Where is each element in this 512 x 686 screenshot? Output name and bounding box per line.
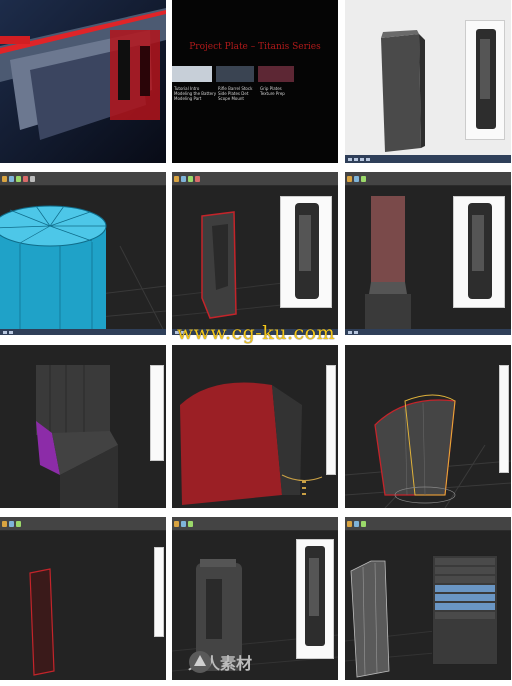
shelf-icon[interactable] <box>2 520 7 527</box>
outliner-row-selected[interactable] <box>435 594 495 601</box>
thumbnail-grip-silhouette <box>0 517 166 680</box>
shelf-icon[interactable] <box>174 520 179 527</box>
outliner-row-selected[interactable] <box>435 585 495 592</box>
shelf-icon[interactable] <box>181 175 186 182</box>
thumbnail-grip-selection <box>172 172 338 335</box>
shelf-icon[interactable] <box>354 520 359 527</box>
shelf-icon[interactable] <box>195 175 200 182</box>
slide-item: Texture Prep <box>260 91 285 96</box>
viewport[interactable] <box>345 345 511 508</box>
shelf-icon[interactable] <box>361 175 366 182</box>
viewport[interactable] <box>345 186 511 335</box>
shelf-toolbar[interactable] <box>345 172 511 186</box>
outliner-row[interactable] <box>435 612 495 619</box>
thumbnail-cylinder-mesh <box>0 172 166 335</box>
slide-title: Project Plate – Titanis Series <box>189 42 321 52</box>
shelf-icon[interactable] <box>16 175 21 182</box>
shelf-icon[interactable] <box>347 175 352 182</box>
reference-image-panel <box>326 365 336 475</box>
slide-item: Scope Mount <box>218 96 244 101</box>
shelf-icon[interactable] <box>174 175 179 182</box>
outliner-row[interactable] <box>435 567 495 574</box>
viewport[interactable] <box>0 531 166 680</box>
outliner-row[interactable] <box>435 558 495 565</box>
shelf-icon[interactable] <box>9 520 14 527</box>
shelf-icon[interactable] <box>30 175 35 182</box>
shelf-icon[interactable] <box>188 520 193 527</box>
shelf-toolbar[interactable] <box>0 172 166 186</box>
viewport[interactable] <box>0 186 166 335</box>
slide-thumb-1 <box>172 66 212 82</box>
taskbar-icon[interactable] <box>360 157 364 161</box>
outliner-row-selected[interactable] <box>435 603 495 610</box>
shelf-icon[interactable] <box>16 520 21 527</box>
reference-image-panel <box>465 20 505 140</box>
viewport[interactable] <box>172 345 338 508</box>
thumbnail-grip-extrude <box>345 172 511 335</box>
thumbnail-grip-wireframe <box>345 345 511 508</box>
shelf-icon[interactable] <box>23 175 28 182</box>
slide-item: Modeling Part <box>174 96 202 101</box>
thumbnail-maya-column-model <box>345 0 511 163</box>
shelf-toolbar[interactable] <box>0 517 166 531</box>
slide-thumb-3 <box>258 66 294 82</box>
shelf-icon[interactable] <box>181 520 186 527</box>
shelf-icon[interactable] <box>361 520 366 527</box>
reference-image-panel <box>154 547 164 637</box>
outliner-panel[interactable] <box>432 555 498 665</box>
reference-image-panel <box>150 365 164 461</box>
slide-list-col1: Tutorial Intro Modeling the Battery Mode… <box>174 86 216 101</box>
shelf-toolbar[interactable] <box>172 172 338 186</box>
reference-image-panel <box>296 539 334 659</box>
reference-image-panel <box>499 365 509 473</box>
taskbar-icon[interactable] <box>366 157 370 161</box>
taskbar-icon[interactable] <box>354 157 358 161</box>
outliner-row[interactable] <box>435 576 495 583</box>
thumbnail-grip-closeup-purple <box>0 345 166 508</box>
reference-image-panel <box>280 196 332 308</box>
slide-list-col2: Rifle Barrel Stock Side Plates Det Scope… <box>218 86 252 101</box>
slide-thumb-2 <box>216 66 254 82</box>
site-logo: 人人素材 <box>188 650 252 674</box>
shelf-toolbar[interactable] <box>345 517 511 531</box>
thumbnail-rifle-render <box>0 0 166 163</box>
shelf-toolbar[interactable] <box>172 517 338 531</box>
site-logo-icon <box>189 651 211 673</box>
shelf-icon[interactable] <box>347 520 352 527</box>
shelf-icon[interactable] <box>9 175 14 182</box>
thumbnail-grip-red-face <box>172 345 338 508</box>
viewport[interactable] <box>172 186 338 335</box>
thumbnail-course-slide: Project Plate – Titanis Series Tutorial … <box>172 0 338 163</box>
viewport[interactable] <box>345 0 511 155</box>
shelf-icon[interactable] <box>2 175 7 182</box>
slide-list-col3: Grip Plates Texture Prep <box>260 86 285 96</box>
shelf-icon[interactable] <box>354 175 359 182</box>
shelf-icon[interactable] <box>188 175 193 182</box>
reference-image-panel <box>453 196 505 308</box>
taskbar[interactable] <box>345 155 511 163</box>
watermark-text: www.cg-ku.com <box>176 322 336 344</box>
taskbar-icon[interactable] <box>348 157 352 161</box>
viewport[interactable] <box>0 345 166 508</box>
